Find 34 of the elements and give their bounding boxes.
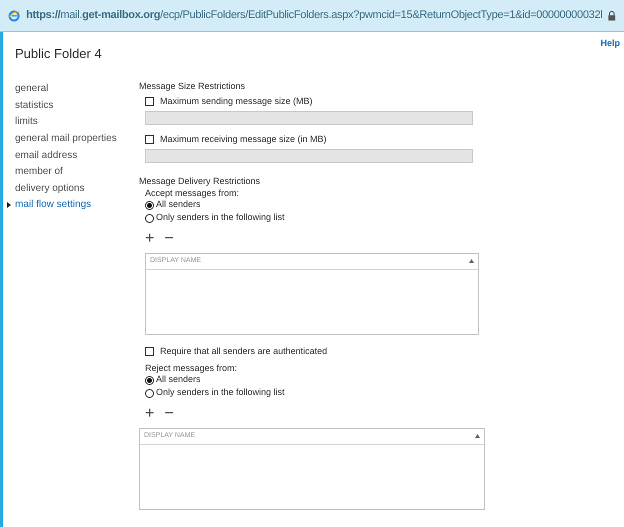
group-label: Accept messages from: <box>145 186 240 198</box>
radio-label: Only senders in the following list <box>156 211 285 224</box>
add-button[interactable]: + <box>145 230 154 246</box>
remove-button[interactable]: − <box>164 230 174 246</box>
sidebar-item[interactable]: mail flow settings <box>15 197 92 212</box>
radio-button[interactable] <box>145 200 154 210</box>
sort-arrow-icon <box>475 434 480 438</box>
checkbox-label: Require that all senders are authenticated <box>160 344 328 358</box>
section-heading: Message Delivery Restrictions <box>139 174 262 186</box>
checkbox-label: Maximum sending message size (MB) <box>160 94 313 108</box>
radio-label: Only senders in the following list <box>156 386 285 400</box>
sidebar-item[interactable]: statistics <box>15 98 54 113</box>
sidebar-item[interactable]: member of <box>15 164 63 180</box>
sort-arrow-icon <box>469 259 474 263</box>
section-heading: Message Size Restrictions <box>139 80 246 92</box>
sidebar-item[interactable]: general <box>15 81 48 96</box>
group-label: Reject messages from: <box>145 362 238 374</box>
radio-label: All senders <box>156 373 201 386</box>
sidebar-item[interactable]: delivery options <box>15 180 84 196</box>
help-link[interactable]: Help <box>600 37 620 64</box>
radio-button[interactable] <box>145 214 154 222</box>
browser-logo-icon <box>8 8 20 24</box>
radio-label: All senders <box>156 198 201 212</box>
checkbox-label: Maximum receiving message size (in MB) <box>160 132 327 146</box>
add-button[interactable]: + <box>145 406 154 422</box>
checkbox[interactable] <box>145 347 154 356</box>
remove-button[interactable]: − <box>164 406 174 422</box>
sidebar-item[interactable]: email address <box>15 148 78 163</box>
sidebar-item[interactable]: limits <box>15 114 38 130</box>
radio-button[interactable] <box>145 376 154 384</box>
radio-button[interactable] <box>145 388 154 398</box>
lock-icon <box>608 10 616 22</box>
page-title: Public Folder 4 <box>15 45 102 63</box>
sidebar-item[interactable]: general mail properties <box>15 131 117 146</box>
